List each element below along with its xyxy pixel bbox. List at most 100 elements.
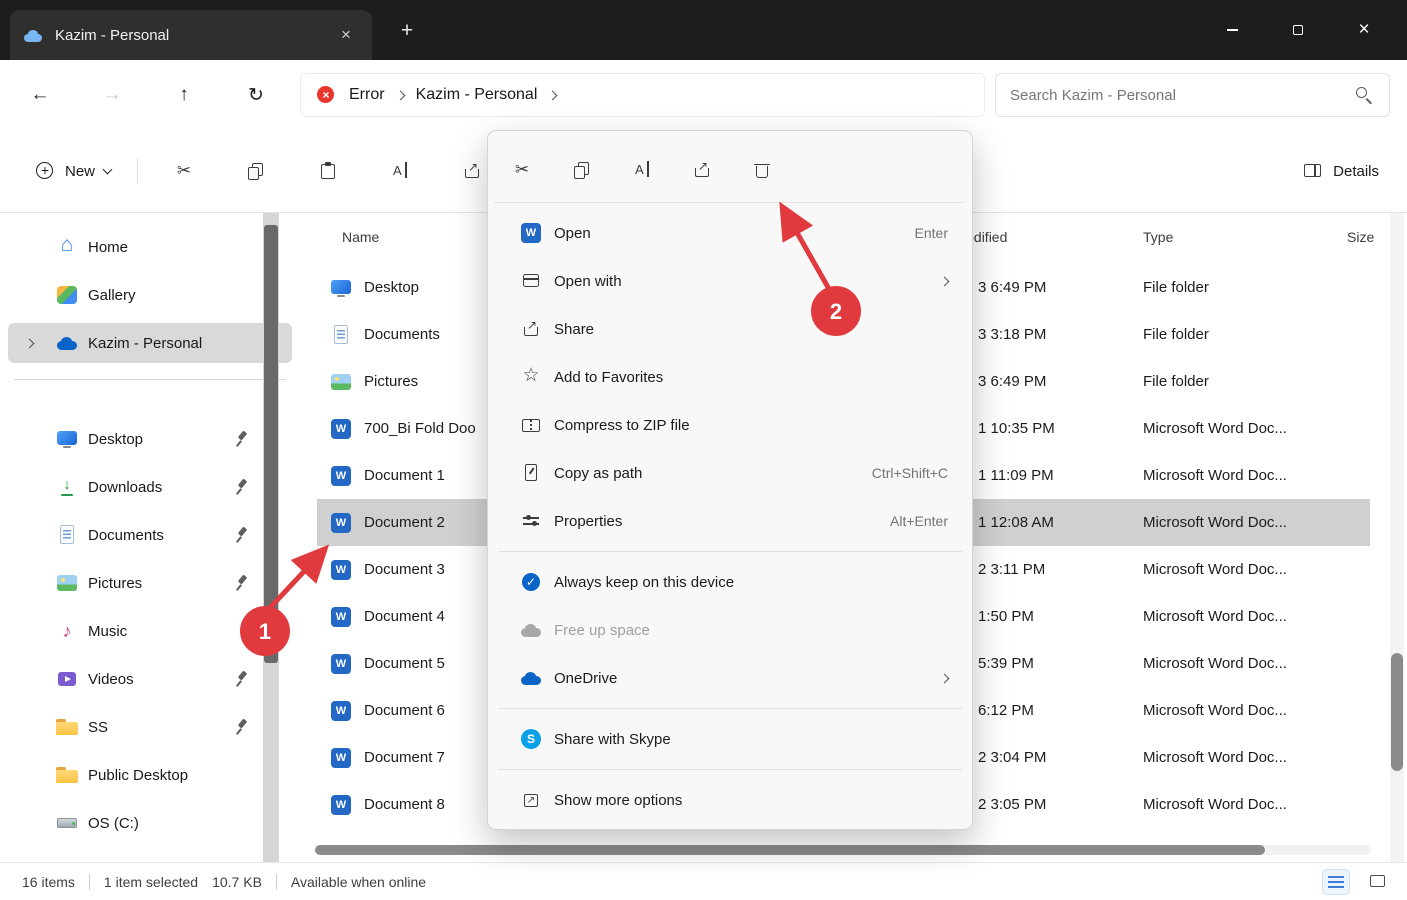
sidebar-item-desktop[interactable]: Desktop xyxy=(8,419,292,459)
rename-icon xyxy=(631,159,653,181)
pin-icon xyxy=(230,572,252,594)
menu-item-properties[interactable]: Properties Alt+Enter xyxy=(494,497,966,545)
menu-item-label: Free up space xyxy=(554,621,650,639)
sidebar-scrollbar-thumb[interactable] xyxy=(264,225,278,663)
chevron-right-icon[interactable] xyxy=(24,338,35,348)
word-icon xyxy=(330,418,352,440)
pin-icon xyxy=(230,524,252,546)
details-view-button[interactable] xyxy=(1322,868,1350,895)
documents-icon xyxy=(56,524,78,546)
rename-button[interactable] xyxy=(620,148,664,192)
vertical-scrollbar-thumb[interactable] xyxy=(1391,653,1403,771)
sidebar-item-gallery[interactable]: Gallery xyxy=(8,275,292,315)
chevron-right-icon[interactable] xyxy=(395,90,406,100)
sidebar-item-label: Desktop xyxy=(88,430,144,448)
menu-item-compress-to-zip-file[interactable]: Compress to ZIP file xyxy=(494,401,966,449)
error-folder-icon xyxy=(315,84,337,106)
new-tab-button[interactable] xyxy=(392,16,422,46)
thumbnail-view-button[interactable] xyxy=(1365,870,1391,894)
status-selection: 1 item selected xyxy=(103,873,199,890)
maximize-button[interactable] xyxy=(1265,0,1331,60)
menu-item-label: Compress to ZIP file xyxy=(554,416,690,434)
horizontal-scrollbar-thumb[interactable] xyxy=(315,845,1265,855)
menu-item-onedrive[interactable]: OneDrive xyxy=(494,654,966,702)
column-header-name[interactable]: Name xyxy=(342,229,379,245)
breadcrumb-folder[interactable]: Kazim - Personal xyxy=(416,86,538,104)
breadcrumb-error[interactable]: Error xyxy=(349,86,385,104)
menu-item-open[interactable]: Open Enter xyxy=(494,209,966,257)
copy-button[interactable] xyxy=(235,151,277,191)
plus-icon xyxy=(34,160,56,182)
search-icon[interactable] xyxy=(1353,84,1375,106)
minimize-icon xyxy=(1226,29,1238,31)
details-icon xyxy=(1302,160,1324,182)
chevron-right-icon[interactable] xyxy=(547,90,558,100)
cloud-gray-icon xyxy=(520,619,542,641)
share-button[interactable] xyxy=(680,148,724,192)
up-button[interactable] xyxy=(164,75,204,115)
sidebar-item-label: Documents xyxy=(88,526,164,544)
menu-item-add-to-favorites[interactable]: Add to Favorites xyxy=(494,353,966,401)
rename-button[interactable] xyxy=(379,151,421,191)
videos-icon xyxy=(56,668,78,690)
sidebar-scrollbar[interactable] xyxy=(263,213,279,862)
sidebar-item-downloads[interactable]: Downloads xyxy=(8,467,292,507)
forward-icon xyxy=(103,84,122,106)
view-toggles xyxy=(1322,868,1391,895)
sidebar-item-music[interactable]: Music xyxy=(8,611,292,651)
new-button[interactable]: New xyxy=(22,151,123,191)
forward-button[interactable] xyxy=(92,75,132,115)
explorer-tab[interactable]: Kazim - Personal xyxy=(10,10,372,60)
status-divider xyxy=(275,873,277,890)
file-type: File folder xyxy=(1143,373,1209,390)
horizontal-scrollbar[interactable] xyxy=(315,845,1371,855)
details-button[interactable]: Details xyxy=(1302,160,1379,182)
word-icon xyxy=(330,606,352,628)
sidebar-item-ss[interactable]: SS xyxy=(8,707,292,747)
column-header-type[interactable]: Type xyxy=(1143,229,1173,245)
address-bar[interactable]: Error Kazim - Personal xyxy=(300,73,985,117)
search-placeholder: Search Kazim - Personal xyxy=(1010,86,1176,104)
sidebar-item-videos[interactable]: Videos xyxy=(8,659,292,699)
file-type: Microsoft Word Doc... xyxy=(1143,420,1287,437)
cloud-blue-icon xyxy=(520,667,542,689)
refresh-button[interactable] xyxy=(236,75,276,115)
menu-item-copy-as-path[interactable]: Copy as path Ctrl+Shift+C xyxy=(494,449,966,497)
cut-button[interactable] xyxy=(500,148,544,192)
search-box[interactable]: Search Kazim - Personal xyxy=(995,73,1390,117)
file-type: Microsoft Word Doc... xyxy=(1143,655,1287,672)
copy-button[interactable] xyxy=(560,148,604,192)
sidebar-item-public-desktop[interactable]: Public Desktop xyxy=(8,755,292,795)
sidebar-item-documents[interactable]: Documents xyxy=(8,515,292,555)
menu-item-show-more-options[interactable]: Show more options xyxy=(494,776,966,824)
close-button[interactable] xyxy=(1331,0,1397,60)
up-icon xyxy=(179,84,189,106)
status-items-count: 16 items xyxy=(22,873,75,890)
menu-item-label: OneDrive xyxy=(554,669,618,687)
sidebar-item-pictures[interactable]: Pictures xyxy=(8,563,292,603)
word-icon xyxy=(330,559,352,581)
file-name: Desktop xyxy=(364,279,420,296)
tab-close-icon[interactable] xyxy=(332,21,360,49)
back-button[interactable] xyxy=(20,75,60,115)
delete-button[interactable] xyxy=(740,148,784,192)
menu-item-free-up-space[interactable]: Free up space xyxy=(494,606,966,654)
vertical-scrollbar[interactable] xyxy=(1390,213,1404,862)
more-icon xyxy=(520,789,542,811)
file-name: Document 3 xyxy=(364,561,445,578)
paste-button[interactable] xyxy=(307,151,349,191)
sidebar-item-home[interactable]: Home xyxy=(8,227,292,267)
column-header-size[interactable]: Size xyxy=(1347,229,1374,245)
menu-item-share-with-skype[interactable]: Share with Skype xyxy=(494,715,966,763)
menu-item-share[interactable]: Share xyxy=(494,305,966,353)
file-modified: 2 3:11 PM xyxy=(978,561,1046,578)
file-modified: 1 10:35 PM xyxy=(978,420,1055,437)
file-type: Microsoft Word Doc... xyxy=(1143,796,1287,813)
sidebar-item-kazim-personal[interactable]: Kazim - Personal xyxy=(8,323,292,363)
menu-item-open-with[interactable]: Open with xyxy=(494,257,966,305)
file-name: Document 6 xyxy=(364,702,445,719)
sidebar-item-os-c[interactable]: OS (C:) xyxy=(8,803,292,843)
cut-button[interactable] xyxy=(163,151,205,191)
minimize-button[interactable] xyxy=(1199,0,1265,60)
menu-item-always-keep-on-this-device[interactable]: Always keep on this device xyxy=(494,558,966,606)
